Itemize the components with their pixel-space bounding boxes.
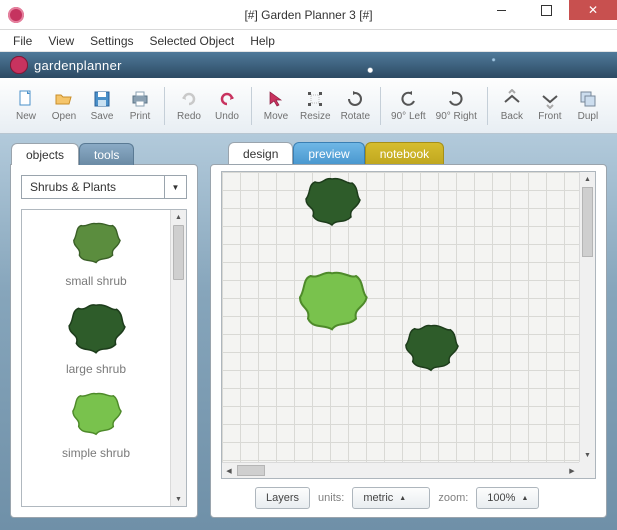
large-shrub-icon [65,302,127,358]
new-file-icon [16,89,36,109]
bring-front-icon [540,89,560,109]
chevron-up-icon: ▲ [521,495,528,502]
placed-large-shrub-2[interactable] [402,322,460,376]
flower-logo-icon [10,56,28,74]
object-simple-shrub[interactable]: simple shrub [22,380,170,464]
redo-icon [179,89,199,109]
canvas-frame: ▲ ▼ ◀ ▶ Layers units: metric ▲ [210,164,607,518]
close-button[interactable] [569,0,617,20]
scroll-thumb[interactable] [237,465,265,476]
brand-banner: gardenplanner [0,52,617,78]
scroll-up-icon[interactable]: ▲ [580,172,595,186]
save-button[interactable]: Save [84,82,120,130]
rotate-button[interactable]: Rotate [337,82,374,130]
toolbar-separator [487,87,488,125]
canvas-vertical-scrollbar[interactable]: ▲ ▼ [579,172,595,462]
redo-button[interactable]: Redo [171,82,207,130]
scroll-left-icon[interactable]: ◀ [222,463,236,478]
undo-button[interactable]: Undo [209,82,245,130]
object-label: simple shrub [62,446,130,460]
zoom-label: zoom: [438,492,468,504]
rotate-right-icon [446,89,466,109]
scroll-right-icon[interactable]: ▶ [565,463,579,478]
tab-notebook[interactable]: notebook [365,142,444,164]
app-icon [8,7,24,23]
toolbar-separator [251,87,252,125]
object-large-shrub[interactable]: large shrub [22,292,170,380]
scroll-thumb[interactable] [582,187,593,257]
tab-preview[interactable]: preview [293,142,364,164]
scroll-down-icon[interactable]: ▼ [171,492,186,506]
toolbar-separator [164,87,165,125]
print-button[interactable]: Print [122,82,158,130]
rotate-icon [345,89,365,109]
brand-text: gardenplanner [34,58,122,73]
rotate-right-button[interactable]: 90° Right [432,82,481,130]
minimize-button[interactable] [479,0,524,20]
objects-scrollbar[interactable]: ▲ ▼ [170,210,186,506]
new-button[interactable]: New [8,82,44,130]
send-back-button[interactable]: Back [494,82,530,130]
design-area: design preview notebook ▲ [210,164,607,518]
menu-help[interactable]: Help [243,32,282,50]
chevron-up-icon: ▲ [399,495,406,502]
menubar: File View Settings Selected Object Help [0,30,617,52]
canvas-horizontal-scrollbar[interactable]: ◀ ▶ [222,462,579,478]
tab-design[interactable]: design [228,142,293,164]
titlebar: [#] Garden Planner 3 [#] [0,0,617,30]
objects-panel: objects tools Shrubs & Plants ▼ small sh… [10,164,198,518]
scroll-down-icon[interactable]: ▼ [580,448,595,462]
category-dropdown[interactable]: Shrubs & Plants ▼ [21,175,187,199]
design-bottom-bar: Layers units: metric ▲ zoom: 100% ▲ [221,485,596,511]
menu-selected-object[interactable]: Selected Object [143,32,242,50]
open-folder-icon [54,89,74,109]
save-disk-icon [92,89,112,109]
placed-simple-shrub[interactable] [292,267,372,341]
resize-button[interactable]: Resize [296,82,335,130]
send-back-icon [502,89,522,109]
menu-file[interactable]: File [6,32,39,50]
duplicate-icon [578,89,598,109]
toolbar: New Open Save Print Redo Undo Move Resiz… [0,78,617,134]
chevron-down-icon: ▼ [164,176,186,198]
scroll-up-icon[interactable]: ▲ [171,210,186,224]
open-button[interactable]: Open [46,82,82,130]
object-small-shrub[interactable]: small shrub [22,210,170,292]
zoom-dropdown[interactable]: 100% ▲ [476,487,539,509]
print-icon [130,89,150,109]
units-dropdown[interactable]: metric ▲ [352,487,430,509]
small-shrub-icon [68,220,124,270]
object-label: large shrub [66,362,126,376]
objects-list: small shrub large shrub simple shrub ▲ [21,209,187,507]
duplicate-button[interactable]: Dupl [570,82,606,130]
scroll-thumb[interactable] [173,225,184,280]
resize-icon [305,89,325,109]
tab-tools[interactable]: tools [79,143,134,165]
units-label: units: [318,492,344,504]
workspace: objects tools Shrubs & Plants ▼ small sh… [0,134,617,530]
layers-button[interactable]: Layers [255,487,310,509]
tab-objects[interactable]: objects [11,143,79,165]
simple-shrub-icon [67,390,125,442]
move-button[interactable]: Move [258,82,294,130]
menu-view[interactable]: View [41,32,81,50]
design-canvas[interactable] [222,172,579,462]
canvas-wrap: ▲ ▼ ◀ ▶ [221,171,596,479]
scroll-corner [579,462,595,478]
category-selected-label: Shrubs & Plants [22,180,164,194]
rotate-left-icon [398,89,418,109]
placed-large-shrub[interactable] [302,175,362,231]
undo-icon [217,89,237,109]
bring-front-button[interactable]: Front [532,82,568,130]
toolbar-separator [380,87,381,125]
rotate-left-button[interactable]: 90° Left [387,82,430,130]
menu-settings[interactable]: Settings [83,32,140,50]
maximize-button[interactable] [524,0,569,20]
object-label: small shrub [65,274,126,288]
move-cursor-icon [266,89,286,109]
